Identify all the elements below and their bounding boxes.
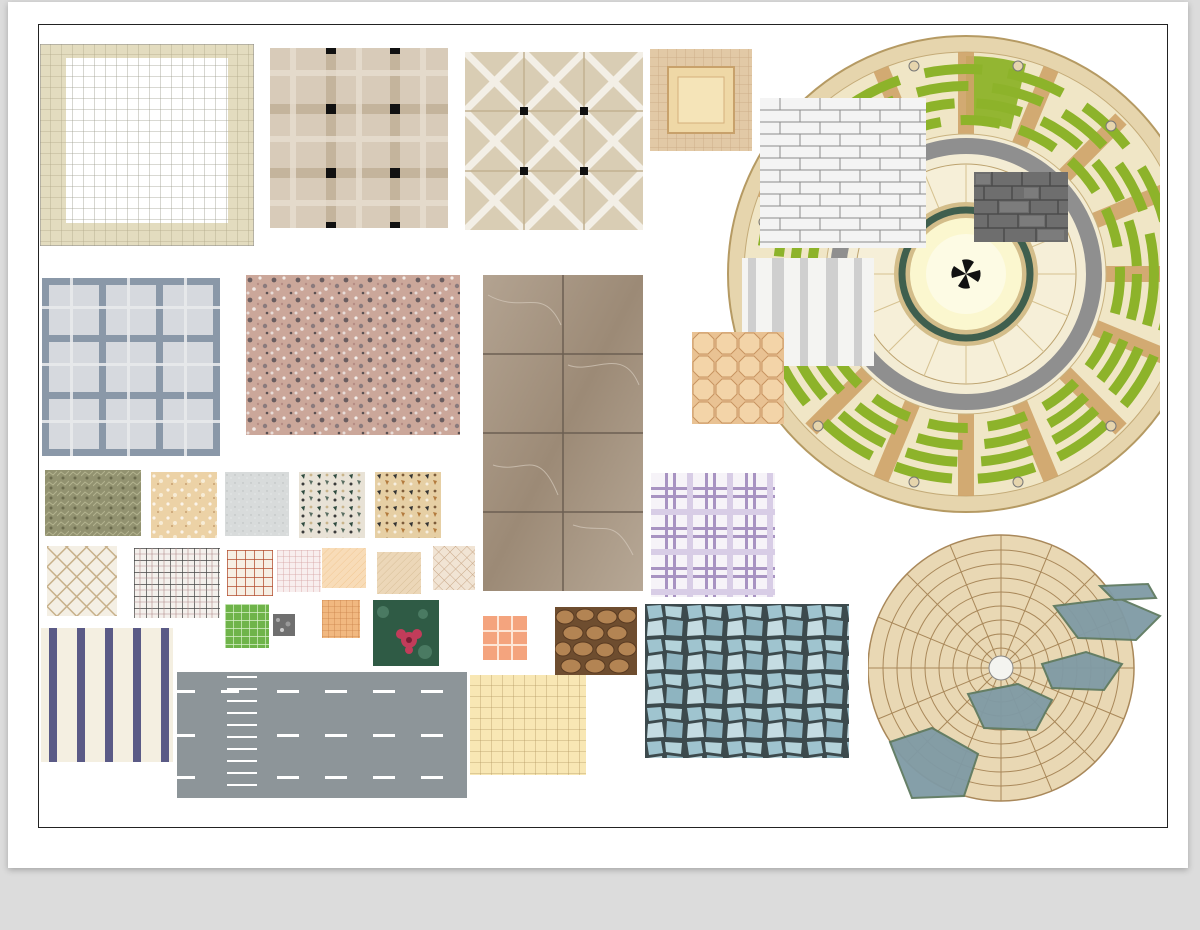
dark-chip-terrazzo-swatch bbox=[299, 472, 365, 538]
white-brick-swatch bbox=[760, 98, 926, 248]
orange-grid-swatch bbox=[322, 600, 360, 638]
circular-radial-paving-with-stones bbox=[868, 534, 1164, 804]
cream-grid-tile-swatch bbox=[470, 675, 586, 775]
blue-crazy-paving-swatch bbox=[645, 604, 849, 758]
light-grey-concrete-swatch bbox=[225, 472, 289, 536]
octagon-tan-tile-swatch bbox=[692, 332, 784, 424]
cream-lattice-swatch bbox=[433, 546, 475, 590]
brown-marble-large-tile bbox=[483, 275, 643, 591]
white-grid-tile-with-beige-border bbox=[40, 44, 254, 246]
pink-check-swatch bbox=[277, 550, 321, 592]
asphalt-road-with-markings bbox=[177, 672, 467, 798]
peach-diagonal-swatch bbox=[322, 548, 366, 588]
beige-terrazzo-swatch bbox=[151, 472, 217, 538]
warm-chip-terrazzo-swatch bbox=[375, 472, 441, 538]
dark-gravel-swatch bbox=[273, 614, 295, 636]
pink-granite-swatch bbox=[246, 275, 460, 435]
salmon-quad-tile-swatch bbox=[483, 616, 527, 660]
green-check-swatch bbox=[225, 604, 269, 648]
grey-cut-stone-swatch bbox=[974, 172, 1068, 242]
brown-pebble-swatch bbox=[555, 607, 637, 675]
beige-square-tile-grid bbox=[270, 48, 448, 228]
material-sheet bbox=[8, 2, 1188, 868]
lilac-plaid-swatch bbox=[651, 473, 775, 597]
rough-green-stone-swatch bbox=[45, 470, 141, 536]
red-check-swatch bbox=[227, 550, 273, 596]
slate-grid-tile bbox=[42, 278, 220, 456]
diamond-lattice-swatch bbox=[47, 546, 117, 616]
floral-green-tile-swatch bbox=[373, 600, 439, 666]
diagonal-cross-marble-tile bbox=[465, 52, 643, 230]
black-plaid-swatch bbox=[134, 548, 220, 618]
sand-diagonal-swatch bbox=[377, 552, 421, 594]
navy-stripe-cream-swatch bbox=[41, 628, 173, 762]
